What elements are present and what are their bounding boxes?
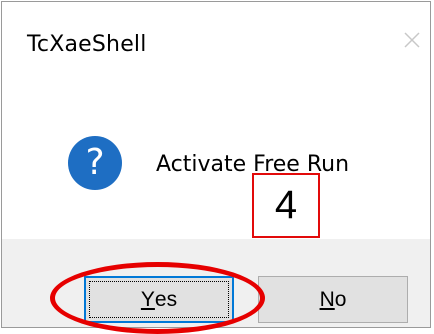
step-number: 4 (274, 183, 298, 227)
dialog-body: ? Activate Free Run 4 (2, 72, 430, 239)
no-mnemonic: N (319, 287, 335, 311)
no-button[interactable]: No (258, 276, 408, 323)
button-bar: Yes No (2, 239, 430, 327)
yes-button[interactable]: Yes (84, 276, 234, 323)
focus-rectangle (89, 281, 229, 318)
close-icon[interactable] (394, 22, 430, 58)
dialog-title: TcXaeShell (27, 32, 147, 57)
no-label: o (334, 287, 347, 311)
message-dialog: TcXaeShell ? Activate Free Run 4 Yes No (1, 1, 431, 328)
question-icon: ? (68, 136, 122, 190)
step-number-callout: 4 (252, 173, 320, 238)
title-bar: TcXaeShell (2, 2, 430, 72)
